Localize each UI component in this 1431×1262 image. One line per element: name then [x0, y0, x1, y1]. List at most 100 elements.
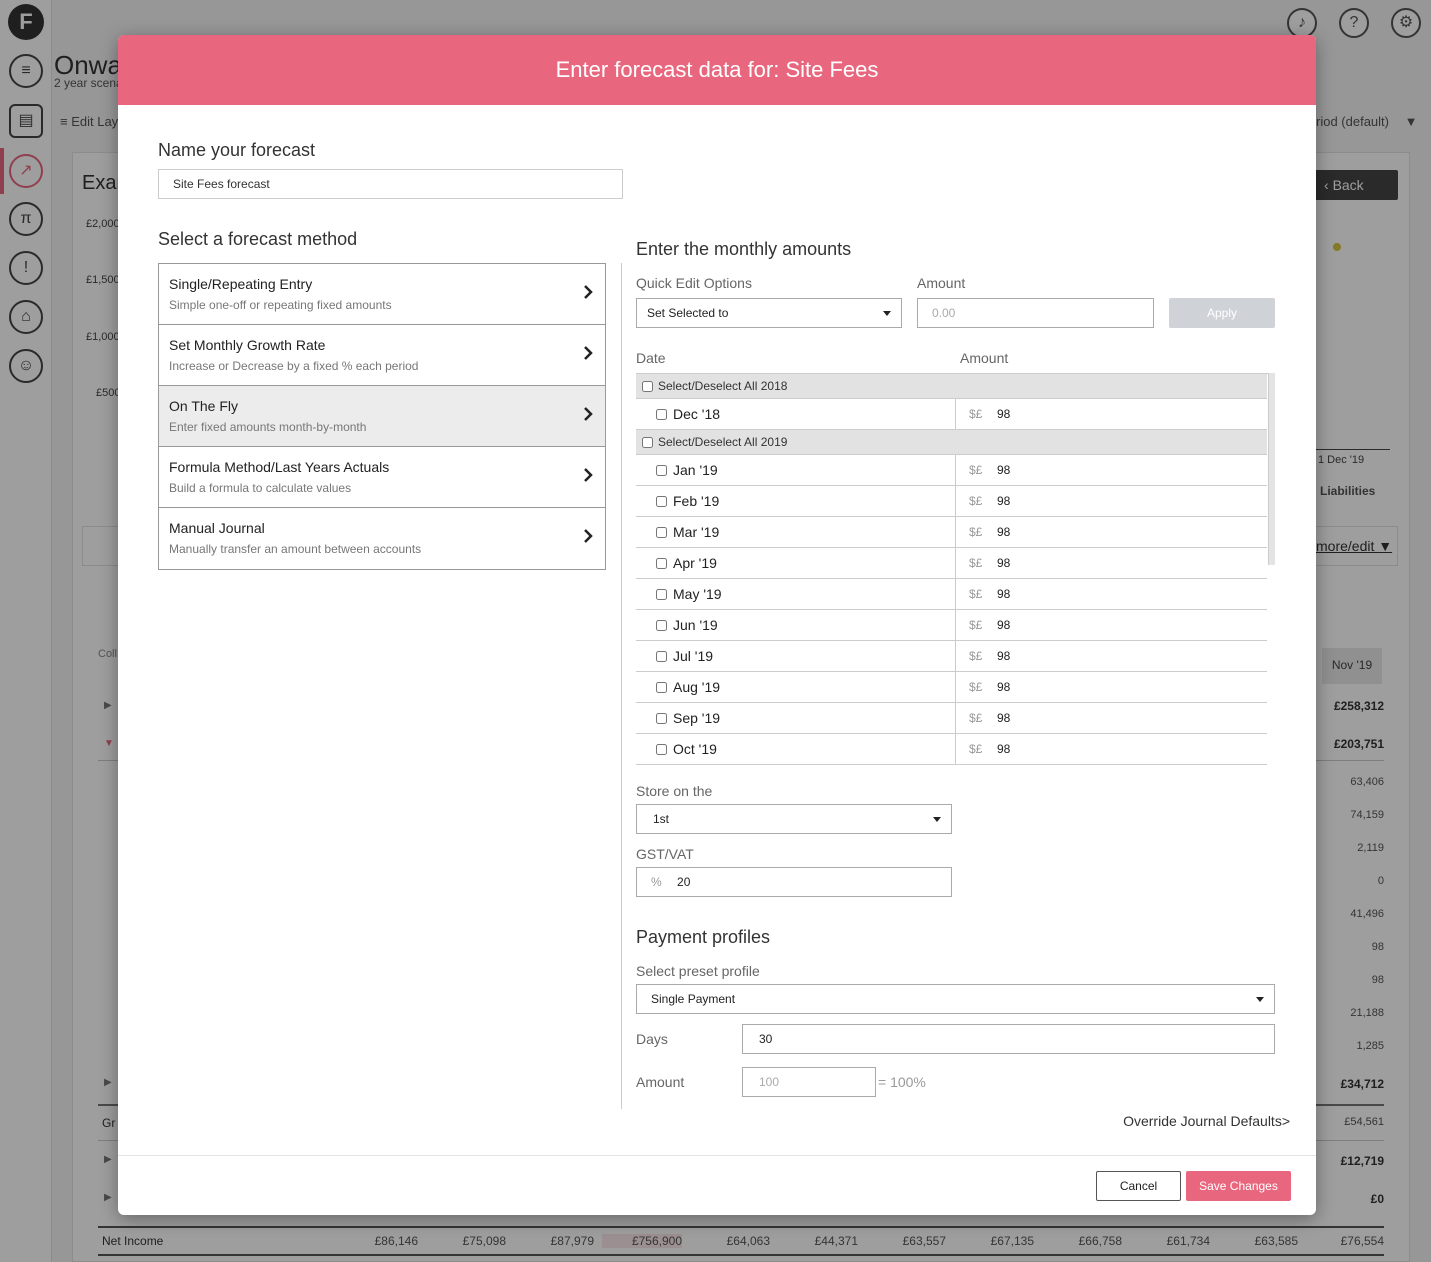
amount-input[interactable]: $£ 98 — [956, 703, 1267, 733]
select-all-label: Select/Deselect All 2018 — [658, 379, 788, 393]
store-on-select[interactable]: 1st — [636, 804, 952, 834]
forecast-modal: Enter forecast data for: Site Fees Name … — [118, 35, 1316, 1215]
method-option[interactable]: Formula Method/Last Years Actuals Build a… — [159, 447, 605, 508]
date-label: Mar '19 — [673, 524, 720, 540]
amount-input[interactable]: $£ 98 — [956, 486, 1267, 516]
table-row: Sep '19 $£ 98 — [636, 703, 1267, 734]
days-input[interactable]: 30 — [742, 1024, 1275, 1054]
override-journal-link[interactable]: Override Journal Defaults> — [1123, 1113, 1290, 1129]
date-cell: Jun '19 — [636, 610, 956, 640]
table-scrollbar[interactable] — [1268, 373, 1275, 565]
amount-value: 98 — [997, 618, 1011, 632]
row-checkbox[interactable] — [656, 681, 667, 693]
method-section-heading: Select a forecast method — [158, 229, 358, 249]
apply-button[interactable]: Apply — [1169, 298, 1275, 328]
row-checkbox[interactable] — [656, 588, 667, 600]
currency-prefix: $£ — [969, 649, 983, 663]
method-description: Manually transfer an amount between acco… — [169, 542, 422, 556]
amount-value: 98 — [997, 742, 1011, 756]
percent-unit: % — [651, 875, 662, 889]
date-label: May '19 — [673, 586, 722, 602]
name-section-heading: Name your forecast — [158, 140, 316, 160]
method-description: Build a formula to calculate values — [169, 481, 352, 495]
method-option[interactable]: Single/Repeating Entry Simple one-off or … — [159, 264, 605, 325]
payment-amount-placeholder: 100 — [759, 1075, 780, 1089]
currency-prefix: $£ — [969, 407, 983, 421]
date-label: Apr '19 — [673, 555, 717, 571]
table-row: Apr '19 $£ 98 — [636, 548, 1267, 579]
chevron-right-icon — [584, 468, 593, 482]
preset-profile-select[interactable]: Single Payment — [636, 984, 1275, 1014]
method-title: On The Fly — [169, 398, 238, 414]
quick-edit-select[interactable]: Set Selected to — [636, 298, 902, 328]
quick-amount-input[interactable]: 0.00 — [917, 298, 1154, 328]
save-changes-button[interactable]: Save Changes — [1186, 1171, 1291, 1201]
monthly-amounts-table[interactable]: Select/Deselect All 2018 Dec '18 $£ 98 Selec… — [636, 373, 1275, 771]
select-all-year-row[interactable]: Select/Deselect All 2019 — [636, 430, 1267, 455]
method-option[interactable]: Manual Journal Manually transfer an amoun… — [159, 508, 605, 569]
chevron-right-icon — [584, 285, 593, 299]
date-cell: Dec '18 — [636, 399, 956, 429]
row-checkbox[interactable] — [656, 464, 667, 476]
cancel-button[interactable]: Cancel — [1096, 1171, 1181, 1201]
amount-input[interactable]: $£ 98 — [956, 641, 1267, 671]
gst-input[interactable]: % 20 — [636, 867, 952, 897]
amount-value: 98 — [997, 556, 1011, 570]
amount-input[interactable]: $£ 98 — [956, 455, 1267, 485]
currency-prefix: $£ — [969, 711, 983, 725]
currency-prefix: $£ — [969, 680, 983, 694]
method-list: Single/Repeating Entry Simple one-off or … — [158, 263, 606, 570]
date-column-header: Date — [636, 350, 666, 366]
method-option[interactable]: Set Monthly Growth Rate Increase or Decre… — [159, 325, 605, 386]
date-cell: Jul '19 — [636, 641, 956, 671]
row-checkbox[interactable] — [656, 619, 667, 631]
amount-value: 98 — [997, 649, 1011, 663]
row-checkbox[interactable] — [656, 743, 667, 755]
row-checkbox[interactable] — [656, 526, 667, 538]
date-label: Oct '19 — [673, 741, 717, 757]
method-description: Increase or Decrease by a fixed % each p… — [169, 359, 419, 373]
amount-input[interactable]: $£ 98 — [956, 548, 1267, 578]
amount-input[interactable]: $£ 98 — [956, 517, 1267, 547]
date-cell: Apr '19 — [636, 548, 956, 578]
amount-input[interactable]: $£ 98 — [956, 610, 1267, 640]
method-title: Formula Method/Last Years Actuals — [169, 459, 390, 475]
row-checkbox[interactable] — [656, 557, 667, 569]
date-cell: Feb '19 — [636, 486, 956, 516]
method-title: Single/Repeating Entry — [169, 276, 313, 292]
date-label: Jul '19 — [673, 648, 714, 664]
gst-value: 20 — [677, 875, 691, 889]
table-row: May '19 $£ 98 — [636, 579, 1267, 610]
method-description: Simple one-off or repeating fixed amount… — [169, 298, 392, 312]
select-all-year-row[interactable]: Select/Deselect All 2018 — [636, 374, 1267, 399]
date-cell: May '19 — [636, 579, 956, 609]
monthly-section-heading: Enter the monthly amounts — [636, 239, 852, 259]
amount-input[interactable]: $£ 98 — [956, 579, 1267, 609]
amount-input[interactable]: $£ 98 — [956, 399, 1267, 429]
caret-down-icon — [933, 817, 941, 822]
currency-prefix: $£ — [969, 618, 983, 632]
quick-amount-placeholder: 0.00 — [932, 306, 956, 320]
row-checkbox[interactable] — [656, 408, 667, 420]
row-checkbox[interactable] — [656, 650, 667, 662]
forecast-name-input[interactable]: Site Fees forecast — [158, 169, 623, 199]
amount-input[interactable]: $£ 98 — [956, 734, 1267, 764]
date-cell: Jan '19 — [636, 455, 956, 485]
payment-amount-input[interactable]: 100 — [742, 1067, 876, 1097]
currency-prefix: $£ — [969, 463, 983, 477]
row-checkbox[interactable] — [656, 495, 667, 507]
chevron-right-icon — [584, 407, 593, 421]
amount-value: 98 — [997, 494, 1011, 508]
date-cell: Sep '19 — [636, 703, 956, 733]
select-all-checkbox[interactable] — [642, 380, 653, 392]
row-checkbox[interactable] — [656, 712, 667, 724]
payment-section-heading: Payment profiles — [636, 927, 771, 947]
caret-down-icon — [1256, 997, 1264, 1002]
table-row: Jan '19 $£ 98 — [636, 455, 1267, 486]
amount-input[interactable]: $£ 98 — [956, 672, 1267, 702]
store-on-value: 1st — [653, 812, 670, 826]
footer-divider — [118, 1155, 1316, 1156]
select-all-checkbox[interactable] — [642, 436, 653, 448]
amount-value: 98 — [997, 525, 1011, 539]
method-option[interactable]: On The Fly Enter fixed amounts month-by-m… — [159, 386, 605, 447]
